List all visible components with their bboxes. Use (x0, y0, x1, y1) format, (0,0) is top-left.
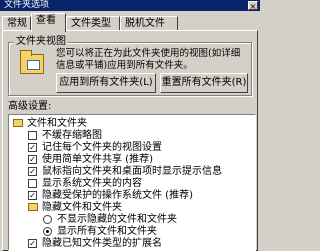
folder-views-description: 您可以将正在为此文件夹使用的视图(如详细 信息或平铺)应用到所有文件夹。 (56, 48, 256, 72)
window-titlebar: 文件夹选项 × (0, 0, 260, 11)
checkbox-checked[interactable]: ✓ (28, 191, 37, 200)
checkbox-checked[interactable]: ✓ (28, 155, 37, 164)
checkbox-checked[interactable]: ✓ (28, 239, 37, 248)
folder-view-icon (20, 50, 44, 74)
radio-button[interactable] (43, 215, 52, 224)
radio-button-selected[interactable] (43, 227, 52, 236)
advanced-settings-label: 高级设置: (8, 101, 52, 112)
tab-view[interactable]: 查看 (31, 13, 66, 32)
checkbox-checked[interactable]: ✓ (28, 143, 37, 152)
folder-icon (28, 203, 38, 211)
checkbox[interactable] (28, 179, 37, 188)
checkbox-checked[interactable]: ✓ (28, 167, 37, 176)
tab-file-types[interactable]: 文件类型 (66, 16, 120, 31)
folder-icon (13, 119, 23, 127)
apply-to-all-folders-button[interactable]: 应用到所有文件夹(L) (56, 73, 156, 93)
description-line-1: 您可以将正在为此文件夹使用的视图(如详细 (56, 48, 241, 59)
tab-general[interactable]: 常规 (2, 16, 31, 31)
folder-views-title: 文件夹视图 (14, 36, 68, 48)
checkbox[interactable] (28, 131, 37, 140)
reset-all-folders-button[interactable]: 重置所有文件夹(R) (160, 73, 248, 93)
advanced-settings-tree[interactable]: 文件和文件夹 不缓存缩略图 ✓ 记住每个文件夹的视图设置 ✓ 使用简单文件共享 … (8, 114, 256, 251)
window-title: 文件夹选项 (4, 0, 50, 10)
tab-offline-files[interactable]: 脱机文件 (120, 16, 178, 31)
close-icon[interactable]: × (248, 1, 258, 11)
description-line-2: 信息或平铺)应用到所有文件夹。 (56, 60, 193, 71)
tab-strip: 常规 查看 文件类型 脱机文件 (2, 13, 258, 32)
